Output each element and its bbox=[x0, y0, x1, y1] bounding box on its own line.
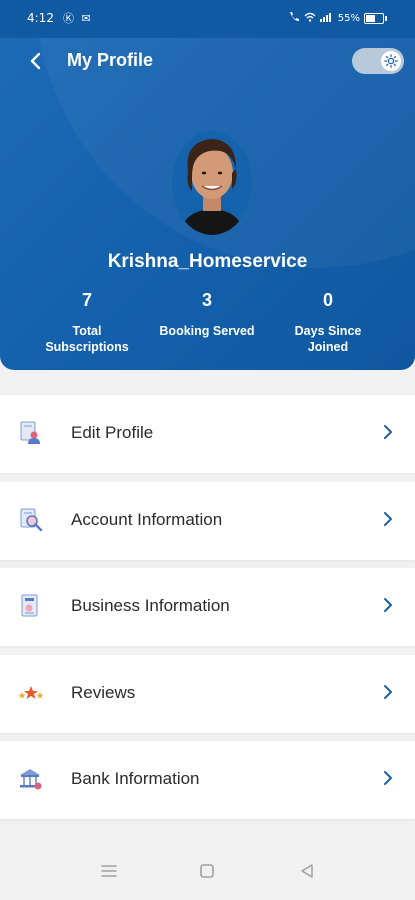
menu-item-account-information[interactable]: Account Information bbox=[0, 482, 415, 560]
stat-label: Booking Served bbox=[159, 324, 255, 338]
sun-icon bbox=[384, 54, 398, 68]
menu-label: Reviews bbox=[71, 683, 136, 702]
menu-label: Edit Profile bbox=[71, 423, 154, 442]
status-right: 55% bbox=[288, 11, 387, 25]
system-nav-bar bbox=[0, 845, 415, 900]
menu-item-bank-information[interactable]: Bank Information bbox=[0, 741, 415, 819]
battery-tip bbox=[385, 15, 387, 21]
back-triangle-icon[interactable] bbox=[299, 863, 315, 883]
page-title: My Profile bbox=[67, 50, 154, 70]
username: Krishna_Homeservice bbox=[107, 251, 308, 272]
stat-booking-served: 3 Booking Served bbox=[137, 290, 277, 339]
stat-value: 0 bbox=[322, 290, 333, 310]
menu-label: Business Information bbox=[71, 596, 230, 615]
chevron-right-icon bbox=[383, 684, 393, 704]
edit-profile-icon bbox=[18, 420, 44, 446]
stat-label: Days Since Joined bbox=[294, 324, 362, 354]
back-arrow-icon bbox=[30, 52, 41, 70]
stat-total-subscriptions: 7 Total Subscriptions bbox=[17, 290, 157, 355]
menu-label: Bank Information bbox=[71, 769, 200, 788]
chevron-right-icon bbox=[383, 770, 393, 790]
chevron-right-icon bbox=[383, 511, 393, 531]
home-square-icon[interactable] bbox=[199, 863, 215, 883]
avatar[interactable] bbox=[170, 131, 254, 236]
menu-icon[interactable] bbox=[100, 863, 118, 883]
signal-icon bbox=[319, 12, 334, 25]
menu-item-business-information[interactable]: Business Information bbox=[0, 568, 415, 646]
chevron-right-icon bbox=[383, 424, 393, 444]
menu-label: Account Information bbox=[71, 510, 223, 529]
stat-days-since-joined: 0 Days Since Joined bbox=[258, 290, 398, 355]
stat-value: 3 bbox=[201, 290, 212, 310]
stat-value: 7 bbox=[81, 290, 92, 310]
wifi-icon bbox=[304, 12, 316, 25]
call-icon bbox=[288, 11, 300, 25]
business-document-icon bbox=[18, 593, 44, 619]
account-search-icon bbox=[18, 507, 44, 533]
theme-toggle[interactable] bbox=[352, 48, 404, 74]
toggle-knob bbox=[381, 51, 401, 71]
status-bar: 4:12 Ⓚ ✉ 55% bbox=[0, 0, 415, 38]
back-button[interactable] bbox=[20, 48, 50, 74]
battery-icon bbox=[364, 12, 384, 24]
chevron-right-icon bbox=[383, 597, 393, 617]
menu-item-reviews[interactable]: Reviews bbox=[0, 655, 415, 733]
profile-header: My Profile Krishna_Homeservice 7 Total S… bbox=[0, 38, 415, 370]
reviews-stars-icon bbox=[18, 680, 44, 706]
bank-icon bbox=[18, 766, 44, 792]
stat-label: Total Subscriptions bbox=[45, 324, 129, 354]
status-time: 4:12 bbox=[27, 11, 54, 25]
notification-icons: Ⓚ ✉ bbox=[63, 12, 93, 25]
menu-item-edit-profile[interactable]: Edit Profile bbox=[0, 395, 415, 473]
battery-percent: 55% bbox=[337, 12, 360, 24]
